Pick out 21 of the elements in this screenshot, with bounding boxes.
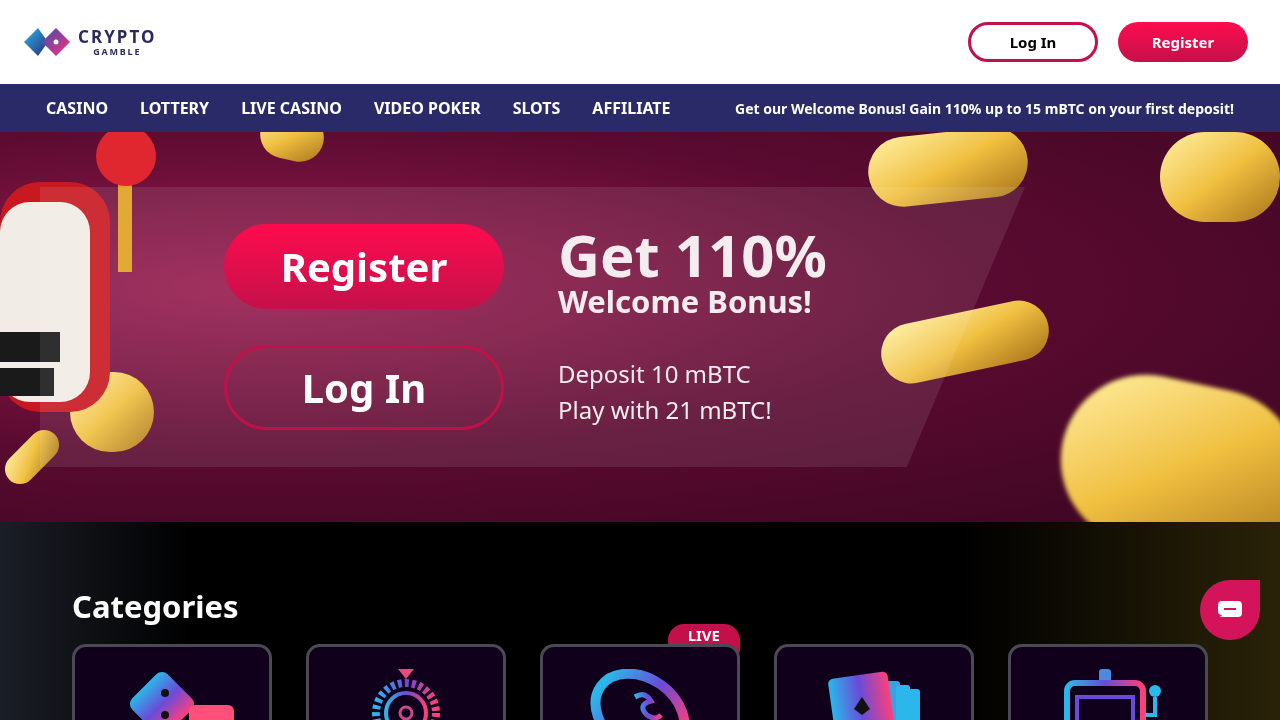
bonus-detail: Play with 21 mBTC! [558,392,773,429]
register-button[interactable]: Register [224,224,504,309]
bonus-headline: Get 110% [558,225,827,284]
register-button[interactable]: Register [1118,22,1248,62]
chat-button[interactable] [1200,580,1260,640]
logo-subtitle: GAMBLE [93,47,142,56]
nav-link[interactable]: LIVE CASINO [241,96,342,120]
logo-wordmark: CRYPTO [78,28,157,45]
section-heading: Categories [72,586,239,626]
nav-link[interactable]: SLOTS [512,96,561,120]
promo-text: Get our Welcome Bonus! Gain 110% up to 15 mBTC on your first deposit! [735,97,1234,119]
chat-icon [1218,601,1242,619]
nav-link[interactable]: AFFILIATE [592,96,671,120]
nav-link[interactable]: LOTTERY [140,96,210,120]
nav-link[interactable]: CASINO [46,96,109,120]
bonus-detail: Deposit 10 mBTC [558,356,752,393]
login-button[interactable]: Log In [224,345,504,430]
login-button[interactable]: Log In [968,22,1098,62]
logo-icon [24,28,70,56]
bonus-subheadline: Welcome Bonus! [558,283,813,319]
nav-link[interactable]: VIDEO POKER [373,96,481,120]
